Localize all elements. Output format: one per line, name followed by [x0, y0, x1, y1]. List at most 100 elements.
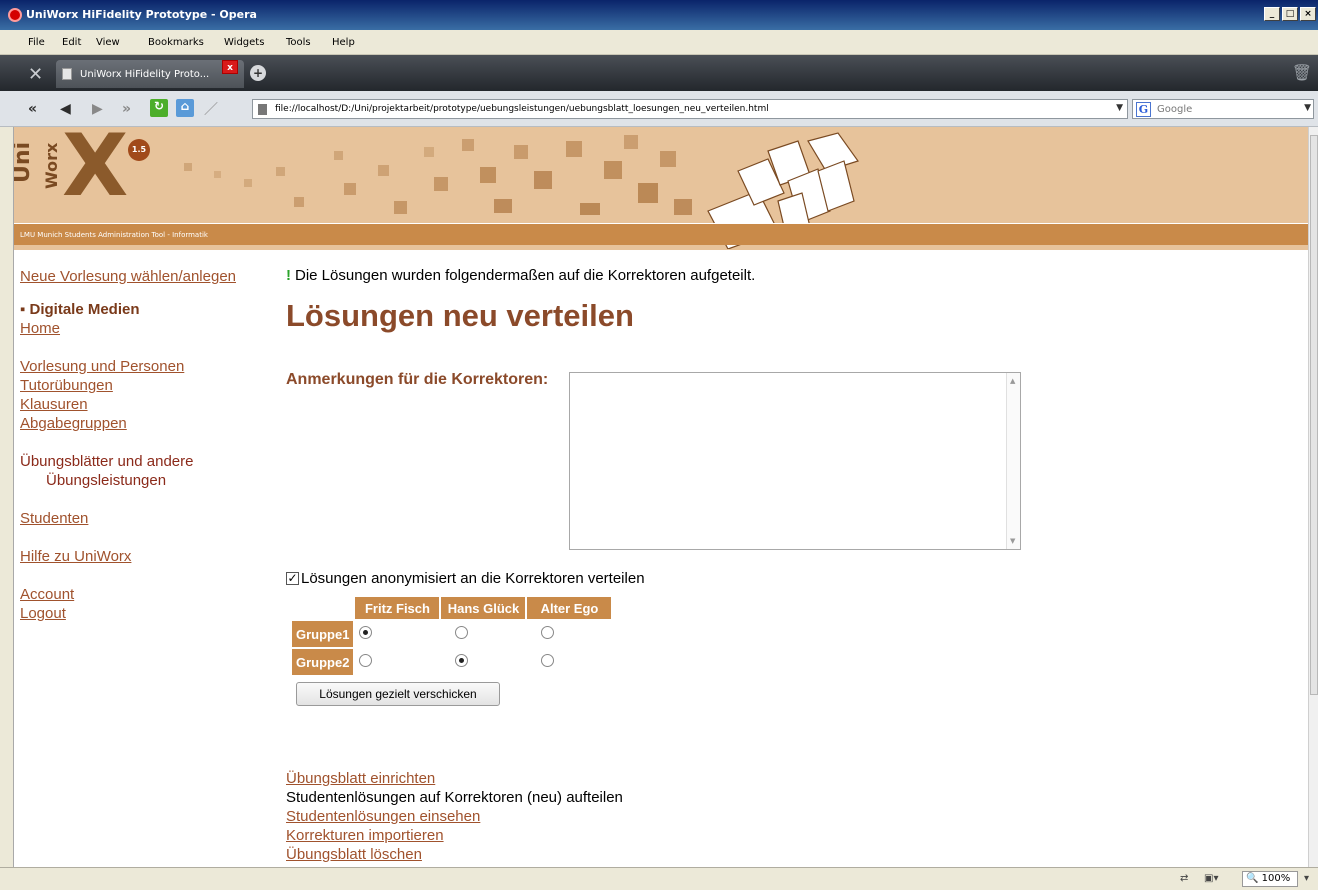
- nav-groups-link[interactable]: Abgabegruppen: [20, 414, 280, 433]
- nav-new-lecture-link[interactable]: Neue Vorlesung wählen/anlegen: [20, 267, 280, 286]
- delete-sheet-link[interactable]: Übungsblatt löschen: [286, 845, 623, 864]
- table-row: Gruppe2: [292, 649, 611, 675]
- wand-icon[interactable]: ／: [204, 99, 218, 119]
- nav-help-link[interactable]: Hilfe zu UniWorx: [20, 547, 280, 566]
- exercise-actions: Übungsblatt einrichten Studentenlösungen…: [286, 769, 623, 864]
- decor-square: [624, 135, 638, 149]
- scrollbar-thumb[interactable]: [1310, 135, 1318, 695]
- nav-exams-link[interactable]: Klausuren: [20, 395, 280, 414]
- scroll-up-icon[interactable]: ▲: [1010, 377, 1015, 385]
- table-header-row: Fritz Fisch Hans Glück Alter Ego: [292, 597, 612, 619]
- new-tab-button[interactable]: +: [250, 65, 266, 81]
- logo-worx-text: Worx: [42, 142, 61, 189]
- send-solutions-button[interactable]: Lösungen gezielt verschicken: [296, 682, 500, 706]
- assign-radio[interactable]: [541, 654, 555, 667]
- url-dropdown-icon[interactable]: ▼: [1116, 103, 1123, 113]
- view-solutions-link[interactable]: Studentenlösungen einsehen: [286, 807, 623, 826]
- decor-square: [566, 141, 582, 157]
- page-scrollbar[interactable]: [1308, 127, 1318, 867]
- camera-icon[interactable]: ▣▾: [1204, 873, 1218, 884]
- anonymize-checkbox[interactable]: ✓: [286, 572, 299, 585]
- home-icon[interactable]: ⌂: [176, 99, 194, 117]
- search-dropdown-icon[interactable]: ▼: [1304, 103, 1311, 113]
- close-window-button[interactable]: ×: [1300, 7, 1316, 21]
- nav-tutorials-link[interactable]: Tutorübungen: [20, 376, 280, 395]
- decor-square: [394, 201, 407, 214]
- scroll-down-icon[interactable]: ▼: [1010, 537, 1015, 545]
- menu-help[interactable]: Help: [332, 37, 355, 48]
- opera-logo-icon: [8, 8, 22, 22]
- menu-tools[interactable]: Tools: [286, 37, 311, 48]
- nav-exercises-current-line2: Übungsleistungen: [46, 472, 167, 489]
- uniworx-logo: Uni Worx X 1.5: [14, 127, 168, 217]
- anonymize-option[interactable]: ✓ Lösungen anonymisiert an die Korrektor…: [286, 570, 645, 587]
- status-bar: ⇄ ▣▾ 🔍 100% ▾: [0, 867, 1318, 890]
- zoom-selector[interactable]: 🔍 100%: [1242, 871, 1298, 887]
- decor-square: [294, 197, 304, 207]
- nav-exercises-current: Übungsblätter und andere: [20, 453, 194, 470]
- url-input[interactable]: file://localhost/D:/Uni/projektarbeit/pr…: [252, 99, 1128, 119]
- tab-uniworx[interactable]: UniWorx HiFidelity Proto... x: [56, 60, 244, 88]
- trash-icon[interactable]: 🗑: [1292, 63, 1312, 82]
- import-corrections-link[interactable]: Korrekturen importieren: [286, 826, 623, 845]
- tab-close-button[interactable]: x: [222, 60, 238, 74]
- google-icon[interactable]: G: [1136, 102, 1151, 117]
- decor-square: [514, 145, 528, 159]
- rewind-icon[interactable]: «: [28, 101, 37, 117]
- corrector-header: Alter Ego: [527, 597, 612, 619]
- notes-textarea[interactable]: ▲ ▼: [569, 372, 1021, 550]
- sidebar-nav: Neue Vorlesung wählen/anlegen ▪ Digitale…: [20, 267, 280, 623]
- main-content: ! Die Lösungen wurden folgendermaßen auf …: [286, 267, 1286, 863]
- minimize-button[interactable]: _: [1264, 7, 1280, 21]
- back-icon[interactable]: ◀: [60, 101, 71, 117]
- info-message: ! Die Lösungen wurden folgendermaßen auf …: [286, 267, 1286, 284]
- menu-bookmarks[interactable]: Bookmarks: [148, 37, 204, 48]
- assign-radio[interactable]: [359, 626, 373, 639]
- url-text: file://localhost/D:/Uni/projektarbeit/pr…: [275, 104, 769, 114]
- info-message-text: Die Lösungen wurden folgendermaßen auf d…: [295, 267, 756, 284]
- reload-icon[interactable]: ↻: [150, 99, 168, 117]
- setup-sheet-link[interactable]: Übungsblatt einrichten: [286, 769, 623, 788]
- current-action-label: Studentenlösungen auf Korrektoren (neu) …: [286, 789, 623, 806]
- decor-square: [244, 179, 252, 187]
- header-banner: Uni Worx X 1.5 LMU Munich Students Admin…: [14, 127, 1308, 250]
- decor-square: [462, 139, 474, 151]
- menu-bar: File Edit View Bookmarks Widgets Tools H…: [0, 30, 1318, 55]
- tagline: LMU Munich Students Administration Tool …: [20, 231, 208, 239]
- logo-x-text: X: [62, 127, 129, 216]
- nav-lecture-people-link[interactable]: Vorlesung und Personen: [20, 357, 280, 376]
- decor-square: [660, 151, 676, 167]
- decor-square: [184, 163, 192, 171]
- menu-widgets[interactable]: Widgets: [224, 37, 264, 48]
- decor-square: [344, 183, 356, 195]
- nav-logout-link[interactable]: Logout: [20, 604, 280, 623]
- tools-icon[interactable]: ✕: [28, 64, 43, 85]
- assign-radio[interactable]: [455, 626, 469, 639]
- maximize-button[interactable]: □: [1282, 7, 1298, 21]
- fast-forward-icon[interactable]: »: [122, 101, 131, 117]
- assign-radio[interactable]: [541, 626, 555, 639]
- nav-students-link[interactable]: Studenten: [20, 509, 280, 528]
- group-header: Gruppe2: [292, 649, 354, 675]
- menu-file[interactable]: File: [28, 37, 45, 48]
- search-placeholder: Google: [1157, 104, 1193, 115]
- zoom-dropdown-icon[interactable]: ▾: [1304, 873, 1309, 884]
- table-row: Gruppe1: [292, 621, 611, 647]
- decor-square: [214, 171, 221, 178]
- notes-label: Anmerkungen für die Korrektoren:: [286, 371, 549, 388]
- search-input[interactable]: G Google ▼: [1132, 99, 1314, 119]
- network-icon[interactable]: ⇄: [1180, 873, 1188, 884]
- window-title: UniWorx HiFidelity Prototype - Opera: [26, 8, 257, 21]
- assignment-table: Fritz Fisch Hans Glück Alter Ego Gruppe1…: [290, 595, 613, 677]
- info-icon: !: [286, 267, 291, 284]
- nav-account-link[interactable]: Account: [20, 585, 280, 604]
- assign-radio[interactable]: [455, 654, 469, 667]
- textarea-scrollbar[interactable]: ▲ ▼: [1006, 373, 1020, 549]
- decor-square: [480, 167, 496, 183]
- document-icon: [258, 104, 267, 115]
- menu-view[interactable]: View: [96, 37, 120, 48]
- menu-edit[interactable]: Edit: [62, 37, 81, 48]
- assign-radio[interactable]: [359, 654, 373, 667]
- nav-home-link[interactable]: Home: [20, 319, 280, 338]
- forward-icon[interactable]: ▶: [92, 101, 103, 117]
